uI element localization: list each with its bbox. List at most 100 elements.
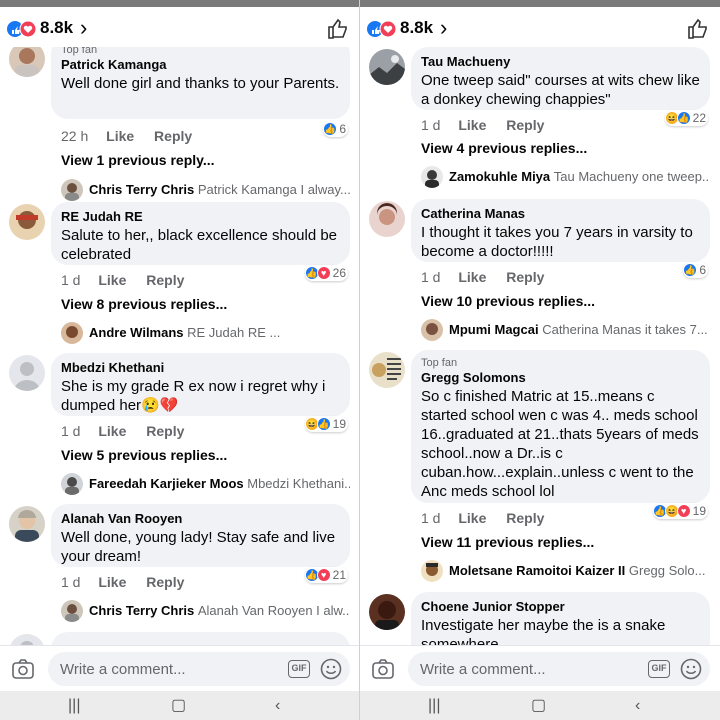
- like-love-reactions-icon[interactable]: [367, 20, 397, 38]
- avatar[interactable]: [9, 506, 45, 542]
- commenter-name[interactable]: Catherina Manas: [421, 206, 700, 221]
- like-button[interactable]: Like: [106, 128, 134, 144]
- commenter-name[interactable]: RE Judah RE: [61, 209, 340, 224]
- reply-button[interactable]: Reply: [506, 117, 544, 133]
- comment-input[interactable]: Write a comment... GIF: [48, 652, 350, 686]
- latest-reply[interactable]: Chris Terry Chris Alanah Van Rooyen I al…: [61, 600, 350, 624]
- avatar[interactable]: [9, 355, 45, 391]
- comment-reactions[interactable]: 😆 👍 22: [664, 110, 708, 126]
- avatar[interactable]: [421, 560, 443, 582]
- commenter-name[interactable]: Patrick Kamanga: [61, 57, 340, 72]
- latest-reply[interactable]: Moletsane Ramoitoi Kaizer II Gregg Solo.…: [421, 560, 710, 584]
- avatar[interactable]: [61, 600, 83, 622]
- view-previous-replies[interactable]: View 11 previous replies...: [421, 534, 594, 550]
- reply-author: Andre Wilmans RE Judah RE ...: [89, 325, 280, 340]
- camera-icon[interactable]: [372, 659, 394, 679]
- comment-bubble[interactable]: Catherina Manas I thought it takes you 7…: [411, 199, 710, 262]
- comment-reactions[interactable]: 👍 6: [683, 262, 708, 278]
- reply-button[interactable]: Reply: [146, 574, 184, 590]
- thumbs-up-icon[interactable]: [326, 17, 350, 41]
- avatar[interactable]: [369, 594, 405, 630]
- comment-reactions[interactable]: 👍 ♥ 26: [304, 265, 348, 281]
- comment-text: Investigate her maybe the is a snake som…: [421, 617, 666, 645]
- comment-reactions[interactable]: 👍 6: [323, 121, 348, 137]
- like-button[interactable]: Like: [458, 117, 486, 133]
- gif-button[interactable]: GIF: [648, 660, 670, 678]
- recent-apps-icon[interactable]: |||: [428, 697, 440, 715]
- commenter-name[interactable]: Mbedzi Khethani: [61, 360, 340, 375]
- reply-button[interactable]: Reply: [154, 128, 192, 144]
- camera-icon[interactable]: [12, 659, 34, 679]
- like-button[interactable]: Like: [458, 269, 486, 285]
- back-icon[interactable]: ‹: [275, 697, 280, 715]
- like-love-reactions-icon[interactable]: [7, 20, 37, 38]
- latest-reply[interactable]: Andre Wilmans RE Judah RE ...: [61, 322, 350, 346]
- emoji-icon[interactable]: [680, 658, 702, 680]
- comments-list[interactable]: Tau Machueny One tweep said" courses at …: [360, 47, 720, 645]
- avatar[interactable]: [61, 473, 83, 495]
- like-button[interactable]: Like: [98, 423, 126, 439]
- view-previous-replies[interactable]: View 8 previous replies...: [61, 296, 227, 312]
- comment-reactions[interactable]: 👍 😆 ♥ 19: [652, 503, 708, 519]
- view-previous-replies[interactable]: View 4 previous replies...: [421, 140, 587, 156]
- view-previous-replies[interactable]: View 1 previous reply...: [61, 152, 215, 168]
- reply-author: Zamokuhle Miya Tau Machueny one tweep...: [449, 169, 710, 184]
- reply-button[interactable]: Reply: [146, 423, 184, 439]
- avatar[interactable]: [369, 352, 405, 388]
- comment-bubble[interactable]: [51, 632, 350, 645]
- reply-button[interactable]: Reply: [146, 272, 184, 288]
- avatar[interactable]: [369, 201, 405, 237]
- latest-reply[interactable]: Fareedah Karjieker Moos Mbedzi Khethani.…: [61, 473, 350, 497]
- avatar[interactable]: [421, 166, 443, 188]
- comment-bubble[interactable]: Alanah Van Rooyen Well done, young lady!…: [51, 504, 350, 567]
- chevron-right-icon[interactable]: ›: [80, 15, 87, 41]
- chevron-right-icon[interactable]: ›: [440, 15, 447, 41]
- comment-bubble[interactable]: Top fan Gregg Solomons So c finished Mat…: [411, 350, 710, 503]
- back-icon[interactable]: ‹: [635, 697, 640, 715]
- gif-button[interactable]: GIF: [288, 660, 310, 678]
- view-previous-replies[interactable]: View 10 previous replies...: [421, 293, 595, 309]
- reply-preview: Patrick Kamanga I alway...: [197, 182, 350, 197]
- reply-author: Moletsane Ramoitoi Kaizer II Gregg Solo.…: [449, 563, 706, 578]
- avatar[interactable]: [9, 634, 45, 645]
- comment-bubble[interactable]: Mbedzi Khethani She is my grade R ex now…: [51, 353, 350, 416]
- reply-author-name: Mpumi Magcai: [449, 322, 539, 337]
- avatar[interactable]: [61, 179, 83, 201]
- avatar[interactable]: [369, 49, 405, 85]
- reaction-count[interactable]: 8.8k: [40, 18, 73, 38]
- avatar[interactable]: [61, 322, 83, 344]
- comment-bubble[interactable]: RE Judah RE Salute to her,, black excell…: [51, 202, 350, 265]
- like-button[interactable]: Like: [98, 272, 126, 288]
- comment-reactions[interactable]: 😆 👍 19: [304, 416, 348, 432]
- commenter-name[interactable]: Choene Junior Stopper: [421, 599, 700, 614]
- reaction-count[interactable]: 8.8k: [400, 18, 433, 38]
- comment-bubble[interactable]: Tau Machueny One tweep said" courses at …: [411, 47, 710, 110]
- commenter-name[interactable]: Alanah Van Rooyen: [61, 511, 340, 526]
- like-button[interactable]: Like: [458, 510, 486, 526]
- view-previous-replies[interactable]: View 5 previous replies...: [61, 447, 227, 463]
- avatar[interactable]: [9, 204, 45, 240]
- comment-input[interactable]: Write a comment... GIF: [408, 652, 710, 686]
- reactions-header: 8.8k ›: [0, 7, 359, 47]
- avatar[interactable]: [421, 319, 443, 341]
- latest-reply[interactable]: Zamokuhle Miya Tau Machueny one tweep...: [421, 166, 710, 190]
- latest-reply[interactable]: Mpumi Magcai Catherina Manas it takes 7.…: [421, 319, 710, 343]
- comment-bubble[interactable]: Choene Junior Stopper Investigate her ma…: [411, 592, 710, 645]
- reply-button[interactable]: Reply: [506, 269, 544, 285]
- avatar[interactable]: [9, 47, 45, 77]
- thumbs-up-icon[interactable]: [686, 17, 710, 41]
- commenter-name[interactable]: Gregg Solomons: [421, 370, 700, 385]
- home-icon[interactable]: ▢: [171, 695, 186, 715]
- like-button[interactable]: Like: [98, 574, 126, 590]
- latest-reply[interactable]: Chris Terry Chris Patrick Kamanga I alwa…: [61, 179, 350, 203]
- comments-list[interactable]: Top fan Patrick Kamanga Well done girl a…: [0, 47, 359, 645]
- reply-button[interactable]: Reply: [506, 510, 544, 526]
- commenter-name[interactable]: Tau Machueny: [421, 54, 700, 69]
- emoji-icon[interactable]: [320, 658, 342, 680]
- love-reaction-icon: ♥: [316, 568, 331, 582]
- home-icon[interactable]: ▢: [531, 695, 546, 715]
- comment-reactions[interactable]: 👍 ♥ 21: [304, 567, 348, 583]
- recent-apps-icon[interactable]: |||: [68, 697, 80, 715]
- like-reaction-icon: 👍: [676, 111, 691, 125]
- comment-bubble[interactable]: Top fan Patrick Kamanga Well done girl a…: [51, 47, 350, 119]
